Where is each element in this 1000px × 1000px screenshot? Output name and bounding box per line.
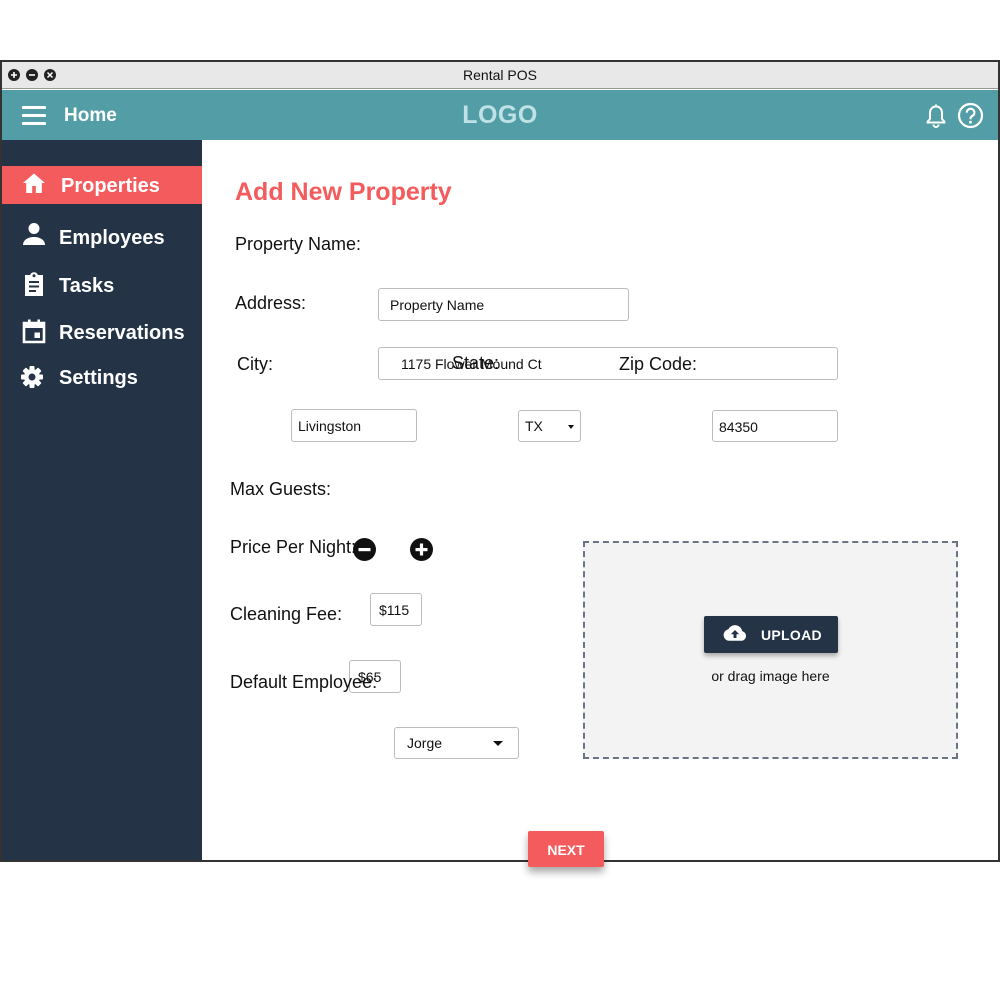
app-header: Home LOGO bbox=[2, 90, 998, 140]
address-label: Address: bbox=[235, 293, 307, 313]
sidebar-item-properties[interactable]: Properties bbox=[2, 166, 202, 204]
page-title: Add New Property bbox=[235, 178, 452, 206]
chevron-down-icon bbox=[568, 425, 574, 429]
sidebar: Properties Employees Tasks Reservations … bbox=[2, 140, 202, 860]
minus-circle-icon bbox=[358, 548, 371, 552]
chevron-down-icon bbox=[493, 741, 503, 746]
clipboard-icon bbox=[25, 272, 43, 296]
sidebar-item-label: Reservations bbox=[59, 322, 185, 344]
state-select-value: TX bbox=[525, 418, 543, 434]
upload-button-label: UPLOAD bbox=[761, 627, 822, 643]
default-employee-select[interactable]: Jorge bbox=[394, 727, 519, 759]
plus-circle-icon bbox=[415, 543, 428, 556]
property-name-input[interactable]: Property Name bbox=[378, 288, 629, 321]
city-input[interactable]: Livingston bbox=[291, 409, 417, 442]
price-per-night-input[interactable]: $115 bbox=[370, 593, 422, 626]
zip-code-label: Zip Code: bbox=[619, 354, 698, 374]
next-button[interactable]: NEXT bbox=[528, 831, 604, 867]
sidebar-item-reservations[interactable]: Reservations bbox=[2, 313, 202, 351]
cloud-upload-icon bbox=[723, 625, 746, 641]
cleaning-fee-label: Cleaning Fee: bbox=[230, 604, 343, 624]
home-icon bbox=[23, 173, 45, 193]
default-employee-value: Jorge bbox=[407, 735, 443, 751]
increment-guests-button[interactable] bbox=[410, 538, 433, 561]
state-label: State: bbox=[452, 353, 500, 373]
menu-icon[interactable] bbox=[22, 106, 46, 125]
property-name-label: Property Name: bbox=[235, 234, 362, 254]
home-link[interactable]: Home bbox=[64, 105, 117, 127]
sidebar-item-label: Tasks bbox=[59, 275, 115, 297]
bell-icon[interactable] bbox=[924, 103, 948, 129]
logo: LOGO bbox=[462, 101, 538, 129]
upload-button[interactable]: UPLOAD bbox=[704, 616, 838, 653]
state-select[interactable]: TX bbox=[518, 410, 581, 442]
main-content: Add New Property Property Name: Property… bbox=[202, 140, 998, 867]
address-input[interactable]: 1175 Flower Mound Ct bbox=[378, 347, 838, 380]
sidebar-item-label: Properties bbox=[61, 175, 160, 197]
drag-hint: or drag image here bbox=[711, 668, 830, 684]
calendar-icon bbox=[22, 319, 46, 344]
person-icon bbox=[23, 223, 45, 245]
decrement-guests-button[interactable] bbox=[353, 538, 376, 561]
app-window: Rental POS Home LOGO Properties Employee… bbox=[0, 60, 1000, 867]
zip-code-input[interactable]: 84350 bbox=[712, 410, 838, 442]
city-label: City: bbox=[237, 354, 273, 374]
window-title: Rental POS bbox=[463, 67, 537, 83]
image-dropzone[interactable]: UPLOAD or drag image here bbox=[583, 541, 958, 759]
max-guests-label: Max Guests: bbox=[230, 479, 332, 499]
window-titlebar: Rental POS bbox=[2, 62, 998, 89]
sidebar-item-tasks[interactable]: Tasks bbox=[2, 266, 202, 304]
sidebar-item-settings[interactable]: Settings bbox=[2, 358, 202, 396]
price-per-night-label: Price Per Night: bbox=[230, 537, 357, 557]
gear-icon bbox=[21, 366, 43, 388]
default-employee-label: Default Employee: bbox=[230, 672, 378, 692]
sidebar-item-employees[interactable]: Employees bbox=[2, 218, 202, 256]
sidebar-item-label: Settings bbox=[59, 367, 138, 389]
sidebar-item-label: Employees bbox=[59, 227, 165, 249]
help-icon[interactable] bbox=[957, 102, 984, 129]
